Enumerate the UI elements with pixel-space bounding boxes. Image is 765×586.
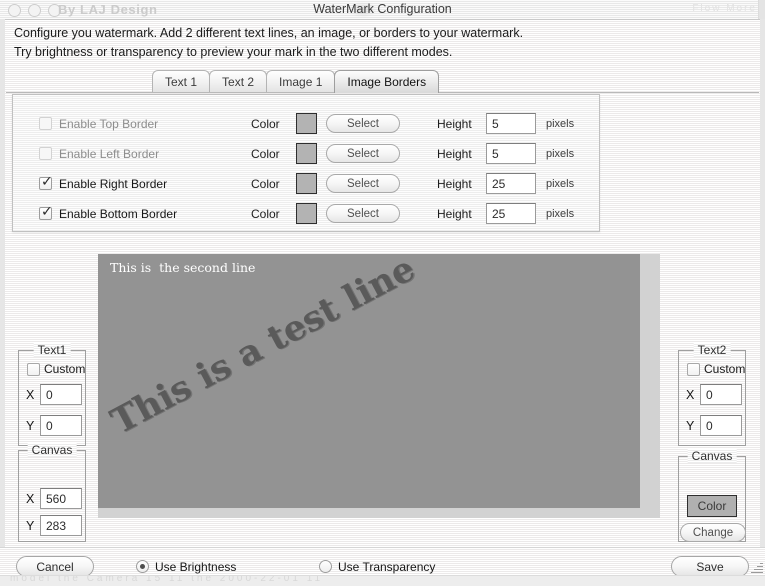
- enable-bottom-border-label: Enable Bottom Border: [59, 207, 177, 221]
- instructions-text: Configure you watermark. Add 2 different…: [14, 24, 523, 62]
- preview-right-border: [640, 254, 660, 518]
- left-border-color-swatch[interactable]: [296, 143, 317, 164]
- right-border-select-button[interactable]: Select: [326, 174, 400, 193]
- right-canvas-group: Canvas Color Change: [678, 456, 746, 542]
- background-window-strip: model the Camera 15 11 the 2000-22-01 11: [0, 575, 765, 586]
- cancel-button[interactable]: Cancel: [16, 556, 94, 577]
- left-canvas-group: Canvas X 560 Y 283: [18, 450, 86, 542]
- right-border-color-swatch[interactable]: [296, 173, 317, 194]
- footer-separator: [0, 547, 765, 548]
- text2-group: Text2 Custom X 0 Y 0: [678, 350, 746, 446]
- window-titlebar: By LAJ Design WaterMark Configuration Fl…: [0, 0, 765, 20]
- border-row-right: ✓ Enable Right Border Color Select Heigh…: [13, 169, 599, 198]
- border-row-left: Enable Left Border Color Select Height 5…: [13, 139, 599, 168]
- tab-text-2[interactable]: Text 2: [209, 70, 267, 93]
- bottom-border-height-input[interactable]: 25: [486, 203, 536, 224]
- text2-y-input[interactable]: 0: [700, 415, 742, 436]
- resize-grip[interactable]: [750, 561, 763, 574]
- window-right-edge: [760, 19, 765, 547]
- canvas-x-label: X: [26, 492, 34, 506]
- enable-right-border-checkbox[interactable]: ✓: [39, 177, 52, 190]
- enable-right-border-label: Enable Right Border: [59, 177, 167, 191]
- text2-x-label: X: [686, 388, 694, 402]
- right-border-height-label: Height: [437, 177, 472, 191]
- text1-y-label: Y: [26, 419, 34, 433]
- right-canvas-group-title: Canvas: [688, 449, 737, 463]
- tab-image-borders[interactable]: Image Borders: [334, 70, 439, 93]
- text2-x-input[interactable]: 0: [700, 384, 742, 405]
- right-border-height-input[interactable]: 25: [486, 173, 536, 194]
- use-brightness-label: Use Brightness: [155, 560, 236, 574]
- enable-left-border-checkbox[interactable]: [39, 147, 52, 160]
- text2-custom-checkbox[interactable]: [687, 363, 700, 376]
- text2-group-title: Text2: [694, 343, 731, 357]
- left-border-units-label: pixels: [546, 148, 574, 160]
- use-transparency-label: Use Transparency: [338, 560, 435, 574]
- top-border-units-label: pixels: [546, 118, 574, 130]
- right-border-color-label: Color: [251, 177, 280, 191]
- top-border-select-button[interactable]: Select: [326, 114, 400, 133]
- border-row-top: Enable Top Border Color Select Height 5 …: [13, 109, 599, 138]
- radio-selected-dot: [140, 564, 145, 569]
- left-border-height-label: Height: [437, 147, 472, 161]
- text2-y-label: Y: [686, 419, 694, 433]
- left-canvas-group-title: Canvas: [28, 443, 77, 457]
- bottom-border-units-label: pixels: [546, 208, 574, 220]
- preview-text-line-1: This is a test line: [104, 254, 421, 443]
- bottom-border-color-label: Color: [251, 207, 280, 221]
- text1-custom-label: Custom: [44, 362, 85, 376]
- background-right-ghost-text: Flow More: [692, 3, 757, 14]
- text1-y-input[interactable]: 0: [40, 415, 82, 436]
- text1-group-title: Text1: [34, 343, 71, 357]
- top-border-height-input[interactable]: 5: [486, 113, 536, 134]
- window-left-edge: [0, 19, 5, 547]
- border-row-bottom: ✓ Enable Bottom Border Color Select Heig…: [13, 199, 599, 228]
- watermark-configuration-window: By LAJ Design WaterMark Configuration Fl…: [0, 0, 765, 586]
- tab-text-1[interactable]: Text 1: [152, 70, 210, 93]
- text1-group: Text1 Custom X 0 Y 0: [18, 350, 86, 446]
- left-border-color-label: Color: [251, 147, 280, 161]
- text1-x-input[interactable]: 0: [40, 384, 82, 405]
- top-border-color-swatch[interactable]: [296, 113, 317, 134]
- right-border-units-label: pixels: [546, 178, 574, 190]
- bottom-border-select-button[interactable]: Select: [326, 204, 400, 223]
- text1-x-label: X: [26, 388, 34, 402]
- background-bottom-ghost-text: model the Camera 15 11 the 2000-22-01 11: [10, 575, 323, 584]
- background-window-edge: [758, 0, 765, 19]
- bottom-border-height-label: Height: [437, 207, 472, 221]
- enable-top-border-label: Enable Top Border: [59, 117, 158, 131]
- canvas-y-input[interactable]: 283: [40, 515, 82, 536]
- canvas-x-input[interactable]: 560: [40, 488, 82, 509]
- bottom-border-color-swatch[interactable]: [296, 203, 317, 224]
- watermark-preview[interactable]: This is the second line This is a test l…: [98, 254, 660, 518]
- enable-top-border-checkbox[interactable]: [39, 117, 52, 130]
- top-border-color-label: Color: [251, 117, 280, 131]
- left-border-height-input[interactable]: 5: [486, 143, 536, 164]
- save-button[interactable]: Save: [671, 556, 749, 577]
- tab-image-1[interactable]: Image 1: [266, 70, 335, 93]
- canvas-y-label: Y: [26, 519, 34, 533]
- tab-bar: Text 1 Text 2 Image 1 Image Borders: [152, 70, 438, 93]
- checkmark-icon: ✓: [41, 175, 53, 189]
- enable-left-border-label: Enable Left Border: [59, 147, 159, 161]
- canvas-change-button[interactable]: Change: [680, 523, 746, 542]
- instructions-line-2: Try brightness or transparency to previe…: [14, 43, 523, 62]
- window-title: WaterMark Configuration: [0, 2, 765, 16]
- text2-custom-label: Custom: [704, 362, 745, 376]
- use-brightness-radio[interactable]: [136, 560, 149, 573]
- text1-custom-checkbox[interactable]: [27, 363, 40, 376]
- preview-text-line-2: This is the second line: [110, 260, 255, 275]
- left-border-select-button[interactable]: Select: [326, 144, 400, 163]
- canvas-color-button[interactable]: Color: [687, 495, 737, 517]
- checkmark-icon: ✓: [41, 205, 53, 219]
- top-border-height-label: Height: [437, 117, 472, 131]
- preview-bottom-border: [98, 508, 640, 518]
- preview-canvas[interactable]: This is the second line This is a test l…: [98, 254, 640, 508]
- instructions-line-1: Configure you watermark. Add 2 different…: [14, 24, 523, 43]
- border-settings-panel: Enable Top Border Color Select Height 5 …: [12, 94, 600, 232]
- enable-bottom-border-checkbox[interactable]: ✓: [39, 207, 52, 220]
- use-transparency-radio[interactable]: [319, 560, 332, 573]
